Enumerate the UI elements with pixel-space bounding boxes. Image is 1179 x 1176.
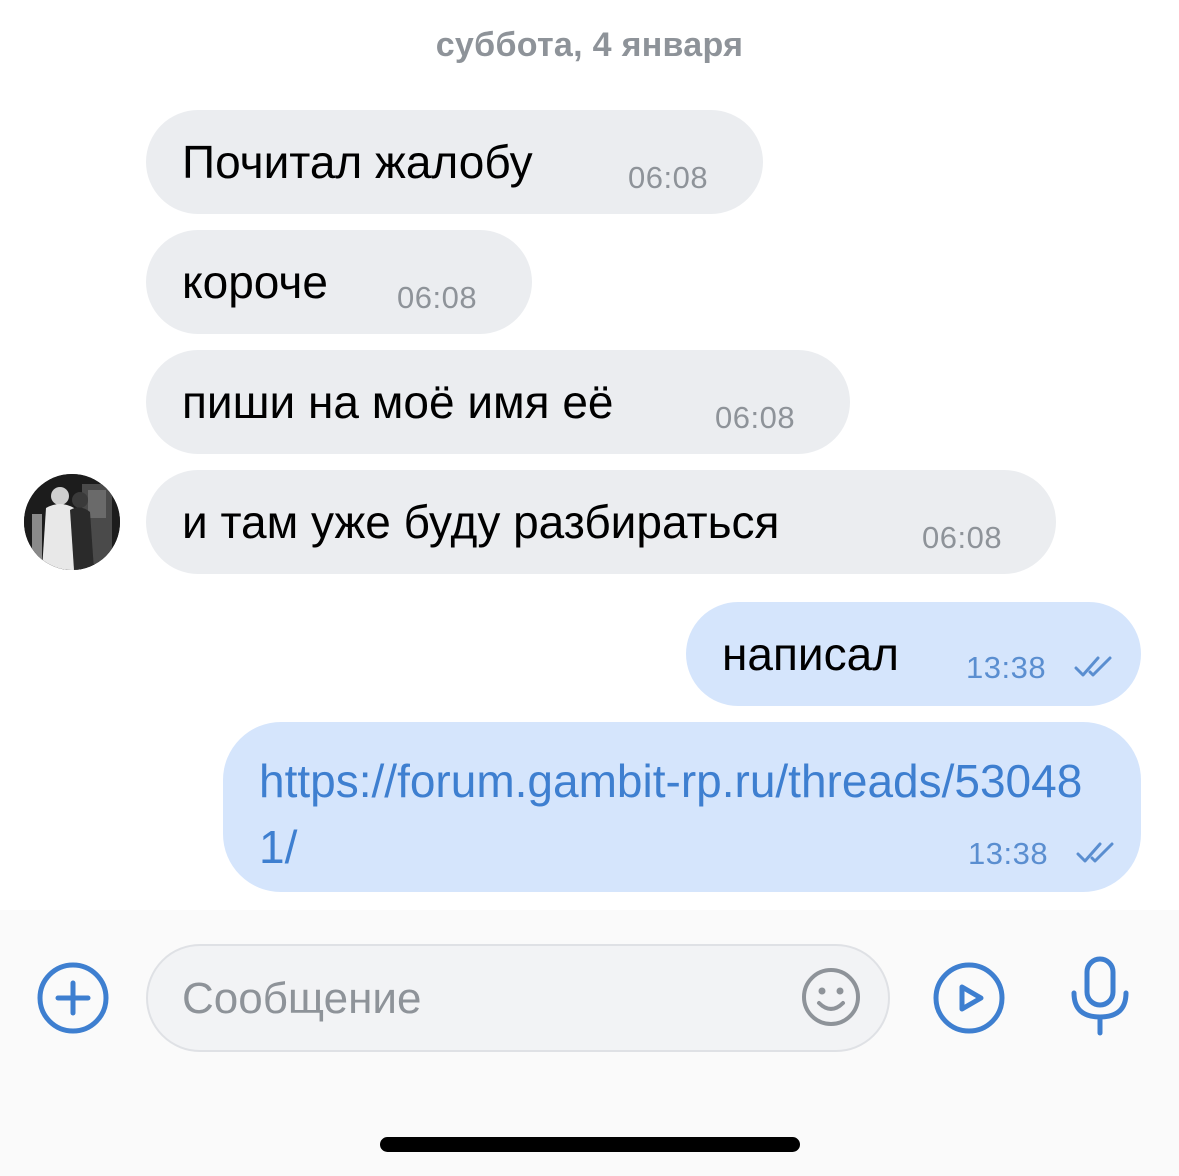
- play-circle-icon[interactable]: [932, 961, 1006, 1035]
- chat-screen: суббота, 4 января Почитал жалобу 06:08 к…: [0, 0, 1179, 1176]
- message-input-placeholder: Сообщение: [182, 974, 422, 1023]
- plus-circle-icon[interactable]: [36, 961, 110, 1035]
- avatar-photo: [24, 474, 120, 570]
- message-time: 06:08: [628, 160, 709, 195]
- message-time: 06:08: [922, 520, 1003, 555]
- message-outgoing-link[interactable]: https://forum.gambit-rp.ru/threads/53048…: [223, 722, 1141, 892]
- home-indicator[interactable]: [380, 1137, 800, 1152]
- message-outgoing[interactable]: написал 13:38: [686, 602, 1141, 706]
- smile-icon[interactable]: [801, 967, 861, 1027]
- message-time: 06:08: [715, 400, 796, 435]
- message-incoming[interactable]: короче 06:08: [146, 230, 532, 334]
- message-text: Почитал жалобу: [182, 136, 533, 188]
- message-text: написал: [722, 628, 900, 680]
- message-text: короче: [182, 256, 328, 308]
- message-text: и там уже буду разбираться: [182, 496, 780, 548]
- message-text: пиши на моё имя её: [182, 376, 614, 428]
- message-incoming[interactable]: пиши на моё имя её 06:08: [146, 350, 850, 454]
- message-time: 06:08: [397, 280, 478, 315]
- message-incoming[interactable]: и там уже буду разбираться 06:08: [146, 470, 1056, 574]
- read-checkmarks-icon: [1076, 842, 1114, 863]
- message-input[interactable]: Сообщение: [146, 944, 890, 1052]
- avatar[interactable]: [24, 474, 120, 570]
- message-incoming[interactable]: Почитал жалобу 06:08: [146, 110, 763, 214]
- date-separator: суббота, 4 января: [435, 26, 744, 64]
- microphone-icon[interactable]: [1068, 955, 1132, 1037]
- message-time: 13:38: [968, 836, 1049, 871]
- read-checkmarks-icon: [1074, 656, 1112, 677]
- message-time: 13:38: [966, 650, 1047, 685]
